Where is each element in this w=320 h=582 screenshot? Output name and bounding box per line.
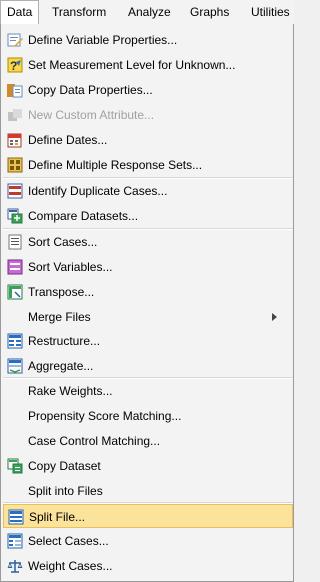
menu-item-restructure[interactable]: Restructure... (3, 329, 293, 353)
menu-item-label: Copy Data Properties... (28, 83, 153, 97)
menu-analyze[interactable]: Analyze (122, 0, 177, 24)
menu-bar: Data Transform Analyze Graphs Utilities (0, 0, 294, 25)
compare-datasets-icon (7, 208, 23, 224)
menu-item-split-into-files[interactable]: Split into Files (3, 479, 293, 503)
calendar-icon (7, 133, 22, 148)
weight-scale-icon (7, 560, 23, 573)
menu-item-sort-variables[interactable]: Sort Variables... (3, 255, 293, 279)
menu-item-compare-datasets[interactable]: Compare Datasets... (3, 204, 293, 228)
variable-properties-icon (7, 33, 23, 47)
restructure-icon (7, 333, 23, 349)
menu-item-split-file[interactable]: Split File... (3, 504, 293, 528)
menu-item-define-multiple-response-sets[interactable]: Define Multiple Response Sets... (3, 153, 293, 177)
menu-item-define-variable-properties[interactable]: Define Variable Properties... (3, 28, 293, 52)
data-menu-dropdown: Define Variable Properties... ? Set Meas… (0, 24, 294, 582)
menu-item-weight-cases[interactable]: Weight Cases... (3, 554, 293, 578)
menu-item-label: Sort Cases... (28, 235, 98, 249)
svg-text:?: ? (10, 59, 17, 73)
menu-item-label: Define Variable Properties... (28, 33, 178, 47)
menu-item-label: Rake Weights... (28, 384, 113, 398)
menu-item-label: Weight Cases... (28, 559, 113, 573)
menu-item-copy-dataset[interactable]: Copy Dataset (3, 454, 293, 478)
menu-item-rake-weights[interactable]: Rake Weights... (3, 379, 293, 403)
menu-item-aggregate[interactable]: Aggregate... (3, 354, 293, 378)
sort-variables-icon (7, 259, 23, 275)
menu-item-label: Restructure... (28, 334, 101, 348)
menu-item-propensity-score-matching[interactable]: Propensity Score Matching... (3, 404, 293, 428)
menu-item-label: Define Multiple Response Sets... (28, 158, 203, 172)
menu-data[interactable]: Data (0, 0, 40, 24)
split-file-icon (8, 509, 24, 525)
menu-graphs[interactable]: Graphs (184, 0, 235, 24)
menu-item-label: Copy Dataset (28, 459, 101, 473)
menu-item-label: Case Control Matching... (28, 434, 161, 448)
menu-item-case-control-matching[interactable]: Case Control Matching... (3, 429, 293, 453)
menu-item-set-measurement-level[interactable]: ? Set Measurement Level for Unknown... (3, 53, 293, 77)
menu-utilities[interactable]: Utilities (245, 0, 296, 24)
copy-dataset-icon (7, 458, 23, 474)
measurement-level-icon: ? (7, 57, 23, 73)
menu-item-transpose[interactable]: Transpose... (3, 280, 293, 304)
menu-item-sort-cases[interactable]: Sort Cases... (3, 230, 293, 254)
menu-item-label: Transpose... (28, 285, 95, 299)
menu-item-new-custom-attribute: New Custom Attribute... (3, 103, 293, 127)
submenu-arrow-icon (272, 313, 277, 321)
menu-item-label: Aggregate... (28, 359, 94, 373)
menu-item-define-dates[interactable]: Define Dates... (3, 128, 293, 152)
menu-transform[interactable]: Transform (46, 0, 112, 24)
menu-item-label: Split File... (29, 510, 86, 524)
menu-item-identify-duplicate-cases[interactable]: Identify Duplicate Cases... (3, 179, 293, 203)
select-cases-icon (7, 533, 23, 549)
menu-item-copy-data-properties[interactable]: Copy Data Properties... (3, 78, 293, 102)
sort-cases-icon (8, 234, 22, 250)
menu-item-label: Split into Files (28, 484, 103, 498)
aggregate-icon (7, 358, 23, 374)
response-sets-icon (7, 157, 23, 173)
menu-item-select-cases[interactable]: Select Cases... (3, 529, 293, 553)
duplicate-cases-icon (7, 183, 23, 199)
menu-item-label: Define Dates... (28, 133, 108, 147)
menu-item-label: Propensity Score Matching... (28, 409, 182, 423)
menu-item-label: Set Measurement Level for Unknown... (28, 58, 236, 72)
transpose-icon (7, 284, 23, 300)
custom-attribute-icon (8, 109, 22, 121)
menu-item-label: Compare Datasets... (28, 209, 139, 223)
copy-properties-icon (7, 84, 23, 98)
menu-item-label: Merge Files (28, 310, 91, 324)
menu-item-label: Sort Variables... (28, 260, 113, 274)
menu-item-label: Identify Duplicate Cases... (28, 184, 168, 198)
menu-item-merge-files[interactable]: Merge Files (3, 305, 293, 329)
menu-item-label: Select Cases... (28, 534, 109, 548)
menu-item-label: New Custom Attribute... (28, 108, 155, 122)
